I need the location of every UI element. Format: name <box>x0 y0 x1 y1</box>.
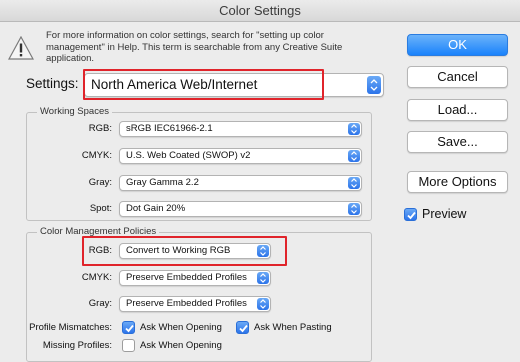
ws-gray-value: Gray Gamma 2.2 <box>126 177 199 188</box>
ws-cmyk-select[interactable]: U.S. Web Coated (SWOP) v2 <box>119 148 362 164</box>
save-button[interactable]: Save... <box>407 131 508 153</box>
warning-info-icon <box>7 35 35 60</box>
ws-spot-label: Spot: <box>89 203 112 214</box>
working-spaces-title: Working Spaces <box>37 106 112 117</box>
ws-spot-value: Dot Gain 20% <box>126 203 186 214</box>
chevron-updown-icon <box>257 272 269 284</box>
ws-cmyk-label: CMYK: <box>81 150 112 161</box>
missing-ask-opening-label: Ask When Opening <box>140 340 222 351</box>
missing-profiles-label: Missing Profiles: <box>42 340 112 351</box>
settings-label: Settings: <box>26 76 79 91</box>
mismatch-ask-pasting-label: Ask When Pasting <box>254 322 332 333</box>
chevron-updown-icon <box>348 150 360 162</box>
policy-gray-label: Gray: <box>88 298 112 309</box>
more-options-button[interactable]: More Options <box>407 171 508 193</box>
profile-mismatches-label: Profile Mismatches: <box>29 322 112 333</box>
policy-gray-select[interactable]: Preserve Embedded Profiles <box>119 296 271 312</box>
preview-checkbox[interactable] <box>404 208 417 221</box>
policy-cmyk-value: Preserve Embedded Profiles <box>126 272 247 283</box>
policy-rgb-highlight-box <box>82 236 287 266</box>
chevron-updown-icon <box>257 298 269 310</box>
missing-ask-opening-checkbox[interactable] <box>122 339 135 352</box>
mismatch-ask-opening-checkbox[interactable] <box>122 321 135 334</box>
window-title: Color Settings <box>0 0 520 22</box>
ws-cmyk-value: U.S. Web Coated (SWOP) v2 <box>126 150 251 161</box>
cancel-button[interactable]: Cancel <box>407 66 508 88</box>
chevron-updown-icon <box>348 203 360 215</box>
chevron-updown-icon <box>367 76 381 94</box>
ws-rgb-value: sRGB IEC61966-2.1 <box>126 123 213 134</box>
preview-label: Preview <box>422 207 467 221</box>
mismatch-ask-pasting-checkbox[interactable] <box>236 321 249 334</box>
chevron-updown-icon <box>348 177 360 189</box>
info-text: For more information on color settings, … <box>46 30 343 64</box>
ws-gray-select[interactable]: Gray Gamma 2.2 <box>119 175 362 191</box>
settings-highlight-box <box>83 69 324 100</box>
ws-rgb-label: RGB: <box>88 123 112 134</box>
policy-cmyk-label: CMYK: <box>81 272 112 283</box>
policy-cmyk-select[interactable]: Preserve Embedded Profiles <box>119 270 271 286</box>
chevron-updown-icon <box>348 123 360 135</box>
policy-gray-value: Preserve Embedded Profiles <box>126 298 247 309</box>
ws-rgb-select[interactable]: sRGB IEC61966-2.1 <box>119 121 362 137</box>
load-button[interactable]: Load... <box>407 99 508 121</box>
ws-gray-label: Gray: <box>88 177 112 188</box>
ws-spot-select[interactable]: Dot Gain 20% <box>119 201 362 217</box>
mismatch-ask-opening-label: Ask When Opening <box>140 322 222 333</box>
ok-button[interactable]: OK <box>407 34 508 56</box>
